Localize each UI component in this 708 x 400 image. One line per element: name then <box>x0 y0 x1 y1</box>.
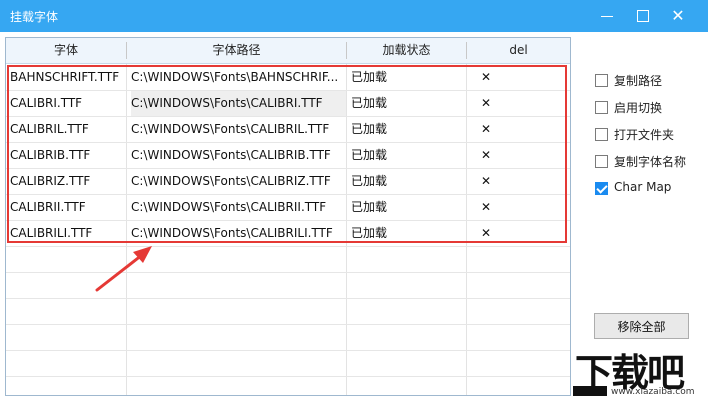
checkbox-label[interactable]: 复制路径 <box>614 72 662 89</box>
annotation-arrow-icon <box>95 246 152 292</box>
checkbox-box[interactable] <box>595 128 608 141</box>
checkbox-box[interactable] <box>595 74 608 87</box>
remove-all-button[interactable]: 移除全部 <box>594 313 689 339</box>
enable-switch-checkbox[interactable]: 启用切换 <box>592 97 707 117</box>
watermark-logo: 下载吧 www.xiazaiba.com <box>569 342 708 400</box>
copy-font-name-checkbox[interactable]: 复制字体名称 <box>592 151 707 171</box>
watermark-mark-icon <box>573 386 607 396</box>
checkbox-box[interactable] <box>595 155 608 168</box>
checkbox-label[interactable]: Char Map <box>614 180 671 194</box>
checkbox-label[interactable]: 启用切换 <box>614 99 662 116</box>
checkbox-label[interactable]: 打开文件夹 <box>614 126 674 143</box>
checkbox-checked-icon[interactable] <box>595 182 608 195</box>
checkbox-box[interactable] <box>595 101 608 114</box>
checkbox-label[interactable]: 复制字体名称 <box>614 153 686 170</box>
char-map-checkbox[interactable]: Char Map <box>592 178 707 198</box>
watermark-url: www.xiazaiba.com <box>611 387 695 397</box>
app-window: 挂载字体 ✕ 字体 字体路径 加载状态 del BAHNSCHRIFT.TTF … <box>0 0 708 400</box>
copy-path-checkbox[interactable]: 复制路径 <box>592 70 707 90</box>
open-folder-checkbox[interactable]: 打开文件夹 <box>592 124 707 144</box>
